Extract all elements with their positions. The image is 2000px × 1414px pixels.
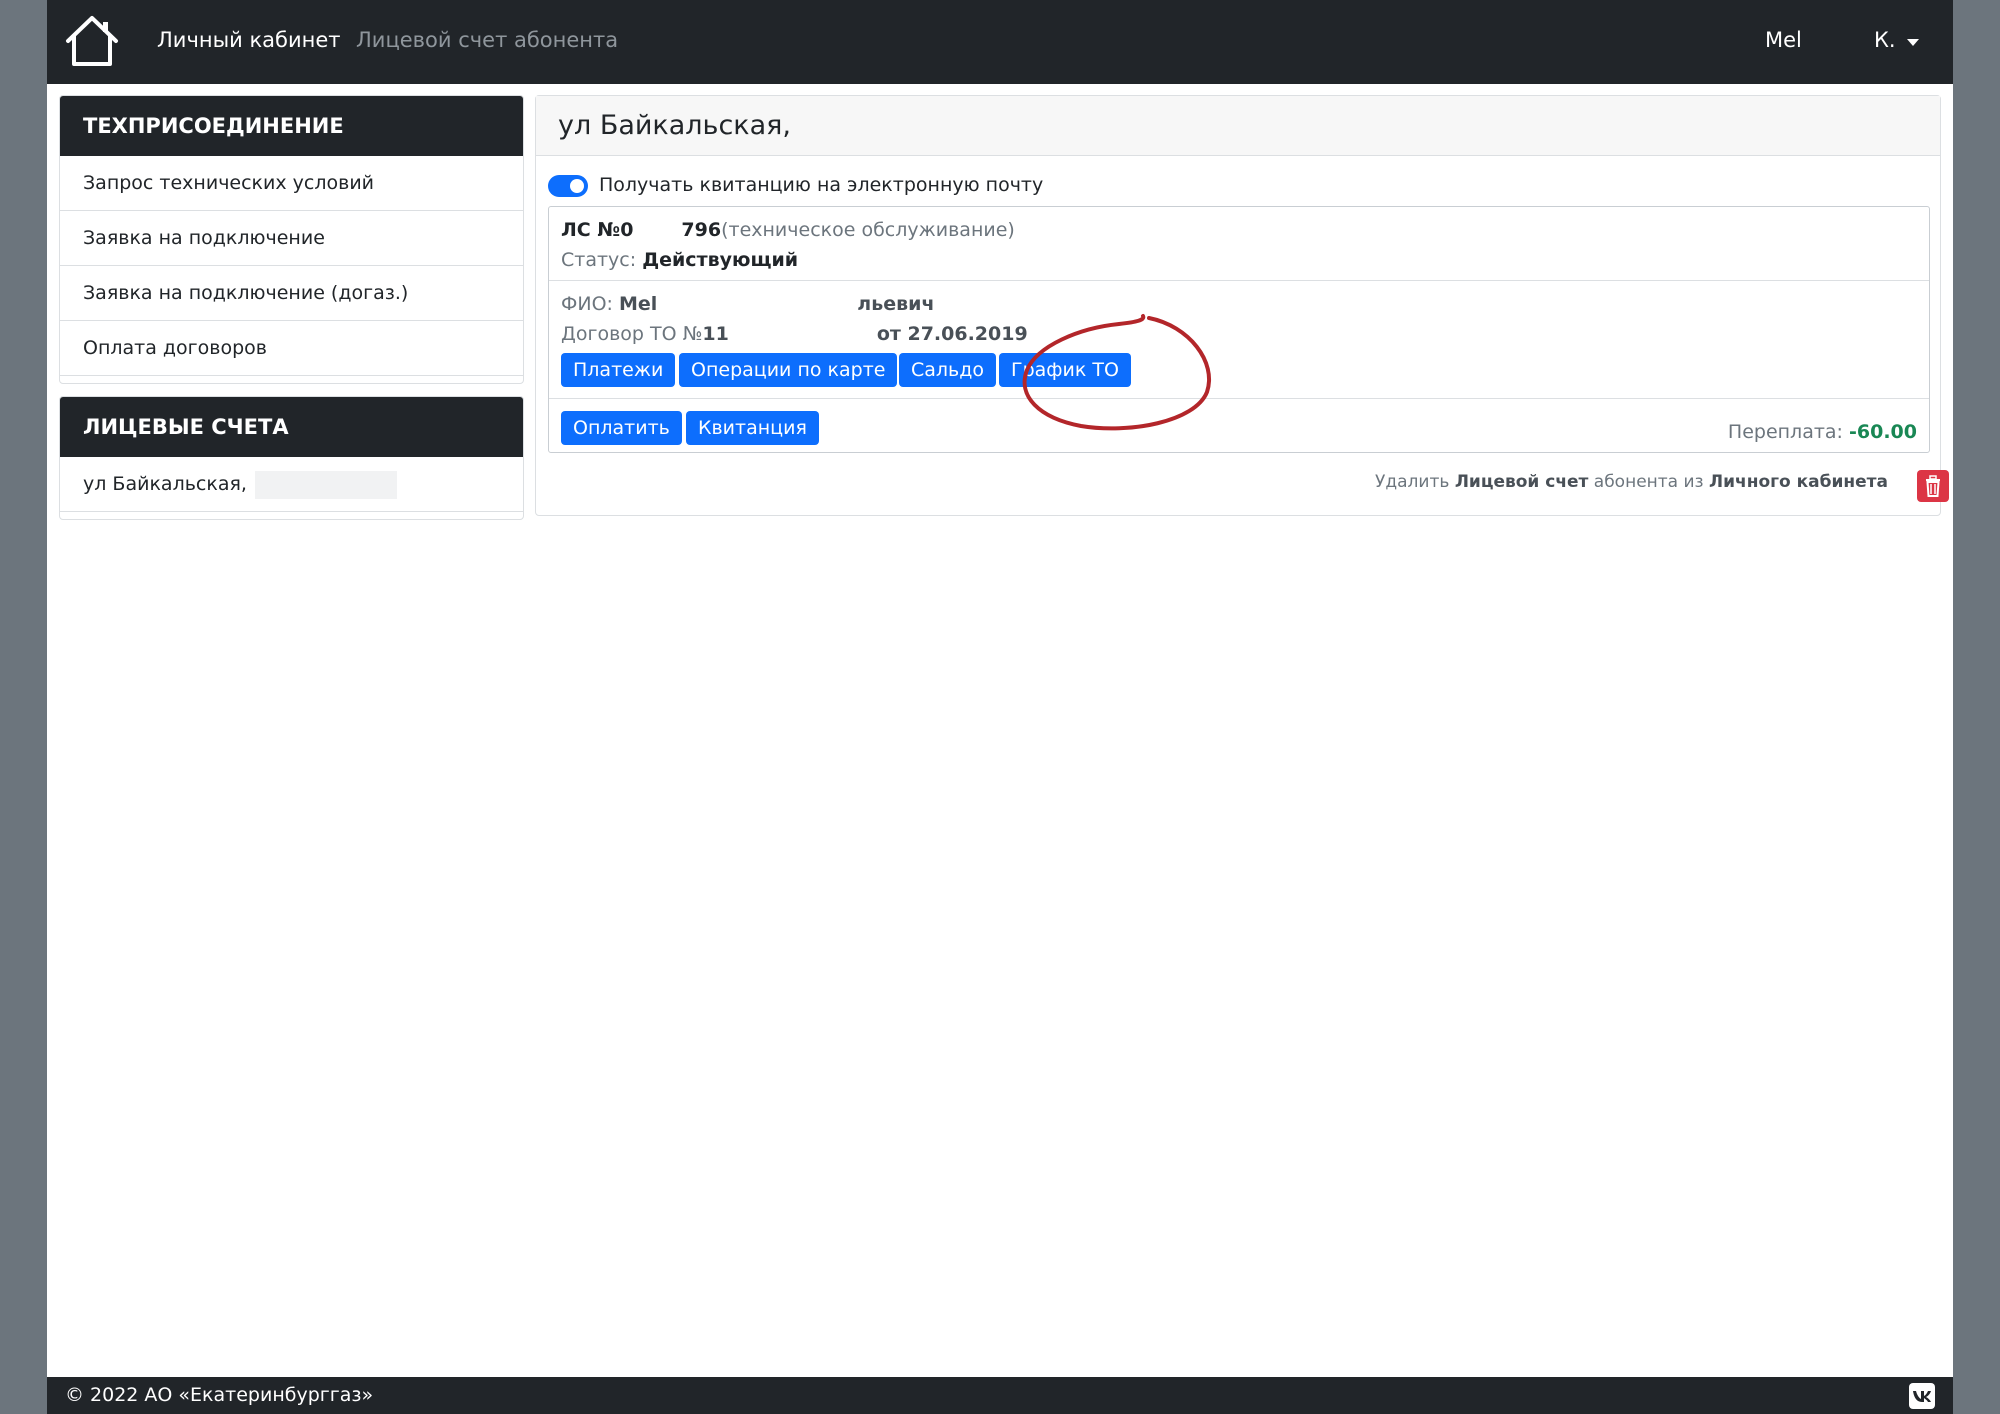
sidebar-item-account[interactable]: ул Байкальская, xyxy=(60,457,523,512)
sidebar-item-contract-payment[interactable]: Оплата договоров xyxy=(60,321,523,376)
status-value: Действующий xyxy=(642,249,799,271)
sidebar-item-connection-request-dogaz[interactable]: Заявка на подключение (догаз.) xyxy=(60,266,523,321)
maintenance-schedule-button[interactable]: График ТО xyxy=(999,353,1131,387)
brand-link[interactable]: Личный кабинет xyxy=(157,28,341,52)
delete-prefix: Удалить xyxy=(1375,472,1450,492)
overpay-value: -60.00 xyxy=(1849,421,1917,443)
vk-icon[interactable] xyxy=(1909,1383,1935,1409)
user-short-name[interactable]: Меl xyxy=(1765,28,1802,52)
payments-button[interactable]: Платежи xyxy=(561,353,676,387)
fio-line: ФИО: Меl льевич xyxy=(561,293,935,315)
accounts-card: ЛИЦЕВЫЕ СЧЕТА ул Байкальская, xyxy=(59,396,524,520)
redacted-address xyxy=(254,470,397,499)
account-details: ЛС №0 796(техническое обслуживание) Стату… xyxy=(548,206,1930,453)
account-number-value: 796 xyxy=(681,219,722,241)
contract-number: 11 xyxy=(702,323,729,345)
home-icon[interactable] xyxy=(64,14,120,68)
techconnect-card: ТЕХПРИСОЕДИНЕНИЕ Запрос технических усло… xyxy=(59,95,524,384)
fio-part1: Меl xyxy=(618,293,658,315)
fio-part2: льевич xyxy=(857,293,935,315)
trash-icon xyxy=(1926,475,1940,497)
overpay-label: Переплата: xyxy=(1727,421,1843,443)
nav-link-account[interactable]: Лицевой счет абонента xyxy=(356,28,618,52)
contract-date: от 27.06.2019 xyxy=(876,323,1028,345)
contract-line: Договор ТО №11 от 27.06.2019 xyxy=(561,323,1028,345)
page: Личный кабинет Лицевой счет абонента Меl… xyxy=(47,0,1953,1414)
account-type: (техническое обслуживание) xyxy=(721,219,1015,241)
account-title: ул Байкальская, xyxy=(536,96,1940,156)
contract-label: Договор ТО № xyxy=(561,323,703,345)
divider xyxy=(549,280,1929,281)
card-operations-button[interactable]: Операции по карте xyxy=(679,353,898,387)
status-line: Статус: Действующий xyxy=(561,249,798,271)
delete-account-button[interactable] xyxy=(1917,470,1949,502)
email-receipt-toggle[interactable] xyxy=(548,175,588,197)
balance-button[interactable]: Сальдо xyxy=(899,353,997,387)
caret-down-icon[interactable] xyxy=(1907,39,1919,46)
vk-logo xyxy=(1913,1391,1931,1402)
delete-account-text: Удалить Лицевой счет абонента из Личного… xyxy=(1375,472,1888,492)
toggle-knob xyxy=(570,179,584,193)
fio-label: ФИО: xyxy=(561,293,613,315)
account-number-line: ЛС №0 796(техническое обслуживание) xyxy=(561,219,1015,241)
footer-copyright: © 2022 АО «Екатеринбурггаз» xyxy=(65,1384,374,1406)
overpay-line: Переплата: -60.00 xyxy=(1728,421,1917,443)
delete-middle: абонента из xyxy=(1593,472,1704,492)
sidebar-account-label: ул Байкальская, xyxy=(83,473,247,495)
account-number-label: ЛС №0 xyxy=(561,219,634,241)
footer: © 2022 АО «Екатеринбурггаз» xyxy=(47,1377,1953,1414)
email-receipt-label[interactable]: Получать квитанцию на электронную почту xyxy=(599,174,1043,196)
delete-bold-cabinet: Личного кабинета xyxy=(1709,472,1888,492)
status-label: Статус: xyxy=(561,249,637,271)
sidebar-item-connection-request[interactable]: Заявка на подключение xyxy=(60,211,523,266)
sidebar-item-tech-conditions[interactable]: Запрос технических условий xyxy=(60,156,523,211)
user-menu-toggle[interactable]: К. xyxy=(1874,28,1896,52)
delete-bold-account: Лицевой счет xyxy=(1454,472,1589,492)
receipt-button[interactable]: Квитанция xyxy=(686,411,819,445)
pay-button[interactable]: Оплатить xyxy=(561,411,682,445)
top-navbar: Личный кабинет Лицевой счет абонента Меl… xyxy=(47,0,1953,84)
divider xyxy=(549,398,1929,399)
account-main-card: ул Байкальская, Получать квитанцию на эл… xyxy=(535,95,1949,516)
techconnect-title: ТЕХПРИСОЕДИНЕНИЕ xyxy=(60,96,523,156)
accounts-title: ЛИЦЕВЫЕ СЧЕТА xyxy=(60,397,523,457)
